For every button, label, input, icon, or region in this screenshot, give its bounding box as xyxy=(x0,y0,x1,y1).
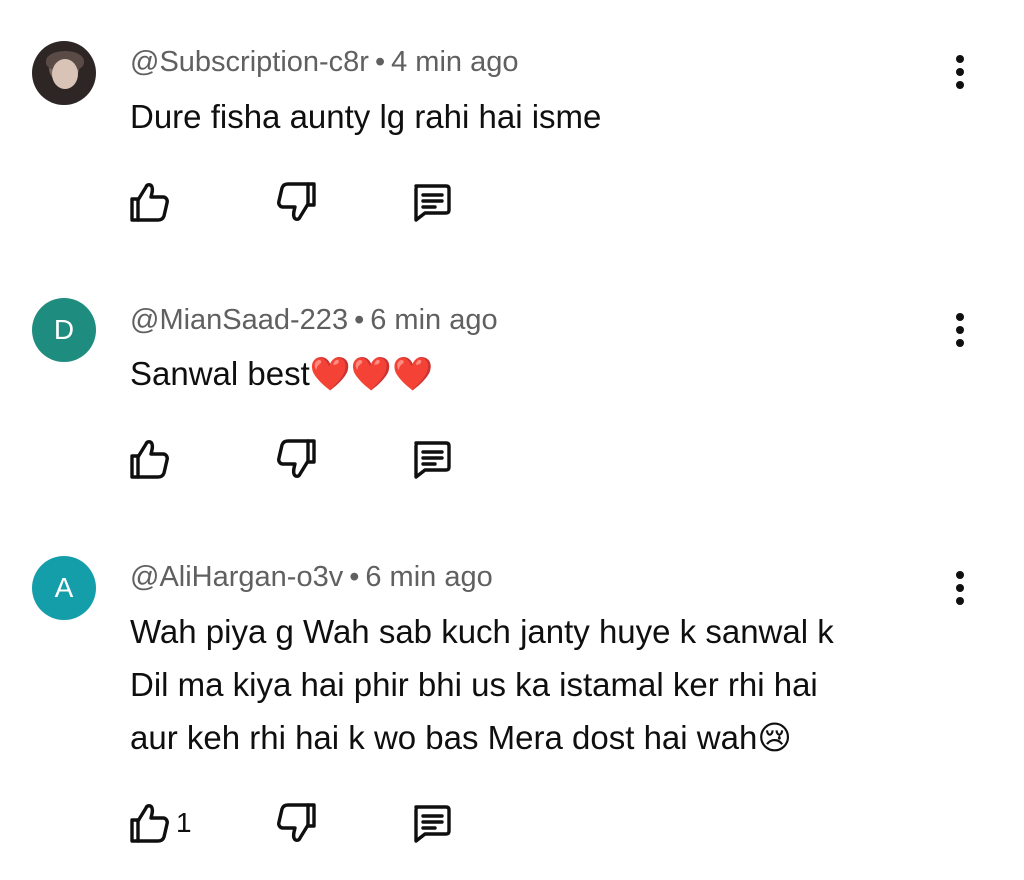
avatar[interactable]: D xyxy=(32,298,96,362)
comment-text-line: Wah piya g Wah sab kuch janty huye k san… xyxy=(130,613,834,650)
comment-text-line: Dure fisha aunty lg rahi hai isme xyxy=(130,98,602,135)
avatar-face xyxy=(52,59,78,89)
reply-button[interactable] xyxy=(408,799,454,847)
thumb-up-icon xyxy=(130,183,169,222)
comment-actions xyxy=(126,435,486,483)
dislike-button[interactable] xyxy=(274,435,320,483)
meta-separator: • xyxy=(354,304,365,336)
more-vert-icon[interactable] xyxy=(945,566,975,610)
comment-item: @Subscription-c8r • 4 min ago Dure fisha a… xyxy=(0,0,1024,260)
thumb-down-icon xyxy=(277,182,316,221)
comment-text-line: aur keh rhi hai k wo bas Mera dost hai w… xyxy=(130,719,792,756)
comment-meta: @AliHargan-o3v • 6 min ago xyxy=(130,561,493,594)
comment-meta: @Subscription-c8r • 4 min ago xyxy=(130,46,518,79)
like-button[interactable]: 1 xyxy=(126,799,192,847)
like-button[interactable] xyxy=(126,178,176,226)
comment-time: 6 min ago xyxy=(370,304,498,336)
meta-separator: • xyxy=(374,46,386,78)
comment-author[interactable]: @MianSaad-223 xyxy=(130,304,348,336)
comment-icon xyxy=(414,184,451,222)
thumb-down-icon xyxy=(277,439,316,478)
thumb-up-icon xyxy=(130,440,169,479)
comment-author[interactable]: @AliHargan-o3v xyxy=(130,561,343,593)
comment-item: D @MianSaad-223 • 6 min ago Sanwal best❤️❤… xyxy=(0,260,1024,520)
comment-text-line: Dil ma kiya hai phir bhi us ka istamal k… xyxy=(130,666,818,703)
avatar[interactable] xyxy=(32,41,96,105)
reply-button[interactable] xyxy=(408,178,454,226)
comment-icon xyxy=(414,805,451,843)
comment-icon xyxy=(414,441,451,479)
comment-actions xyxy=(126,178,486,226)
comment-time: 6 min ago xyxy=(365,561,493,593)
thumb-up-icon xyxy=(130,804,169,843)
comment-text-line: Sanwal best❤️❤️❤️ xyxy=(130,355,434,392)
comment-meta: @MianSaad-223 • 6 min ago xyxy=(130,304,498,337)
thumb-down-icon xyxy=(277,803,316,842)
comment-text: Wah piya g Wah sab kuch janty huye k san… xyxy=(130,605,950,764)
meta-separator: • xyxy=(349,561,360,593)
comment-text: Dure fisha aunty lg rahi hai isme xyxy=(130,90,950,143)
comment-item: A @AliHargan-o3v • 6 min ago Wah piya g Wa… xyxy=(0,520,1024,880)
avatar[interactable]: A xyxy=(32,556,96,620)
like-button[interactable] xyxy=(126,435,176,483)
comment-text: Sanwal best❤️❤️❤️ xyxy=(130,347,950,400)
comment-actions: 1 xyxy=(126,799,486,847)
more-vert-icon[interactable] xyxy=(945,308,975,352)
dislike-button[interactable] xyxy=(274,178,320,226)
dislike-button[interactable] xyxy=(274,799,320,847)
reply-button[interactable] xyxy=(408,435,454,483)
avatar-letter: D xyxy=(53,314,75,345)
comment-time: 4 min ago xyxy=(391,46,519,78)
avatar-letter: A xyxy=(54,572,74,603)
more-vert-icon[interactable] xyxy=(945,50,975,94)
like-count: 1 xyxy=(176,807,192,838)
comment-author[interactable]: @Subscription-c8r xyxy=(130,46,369,78)
